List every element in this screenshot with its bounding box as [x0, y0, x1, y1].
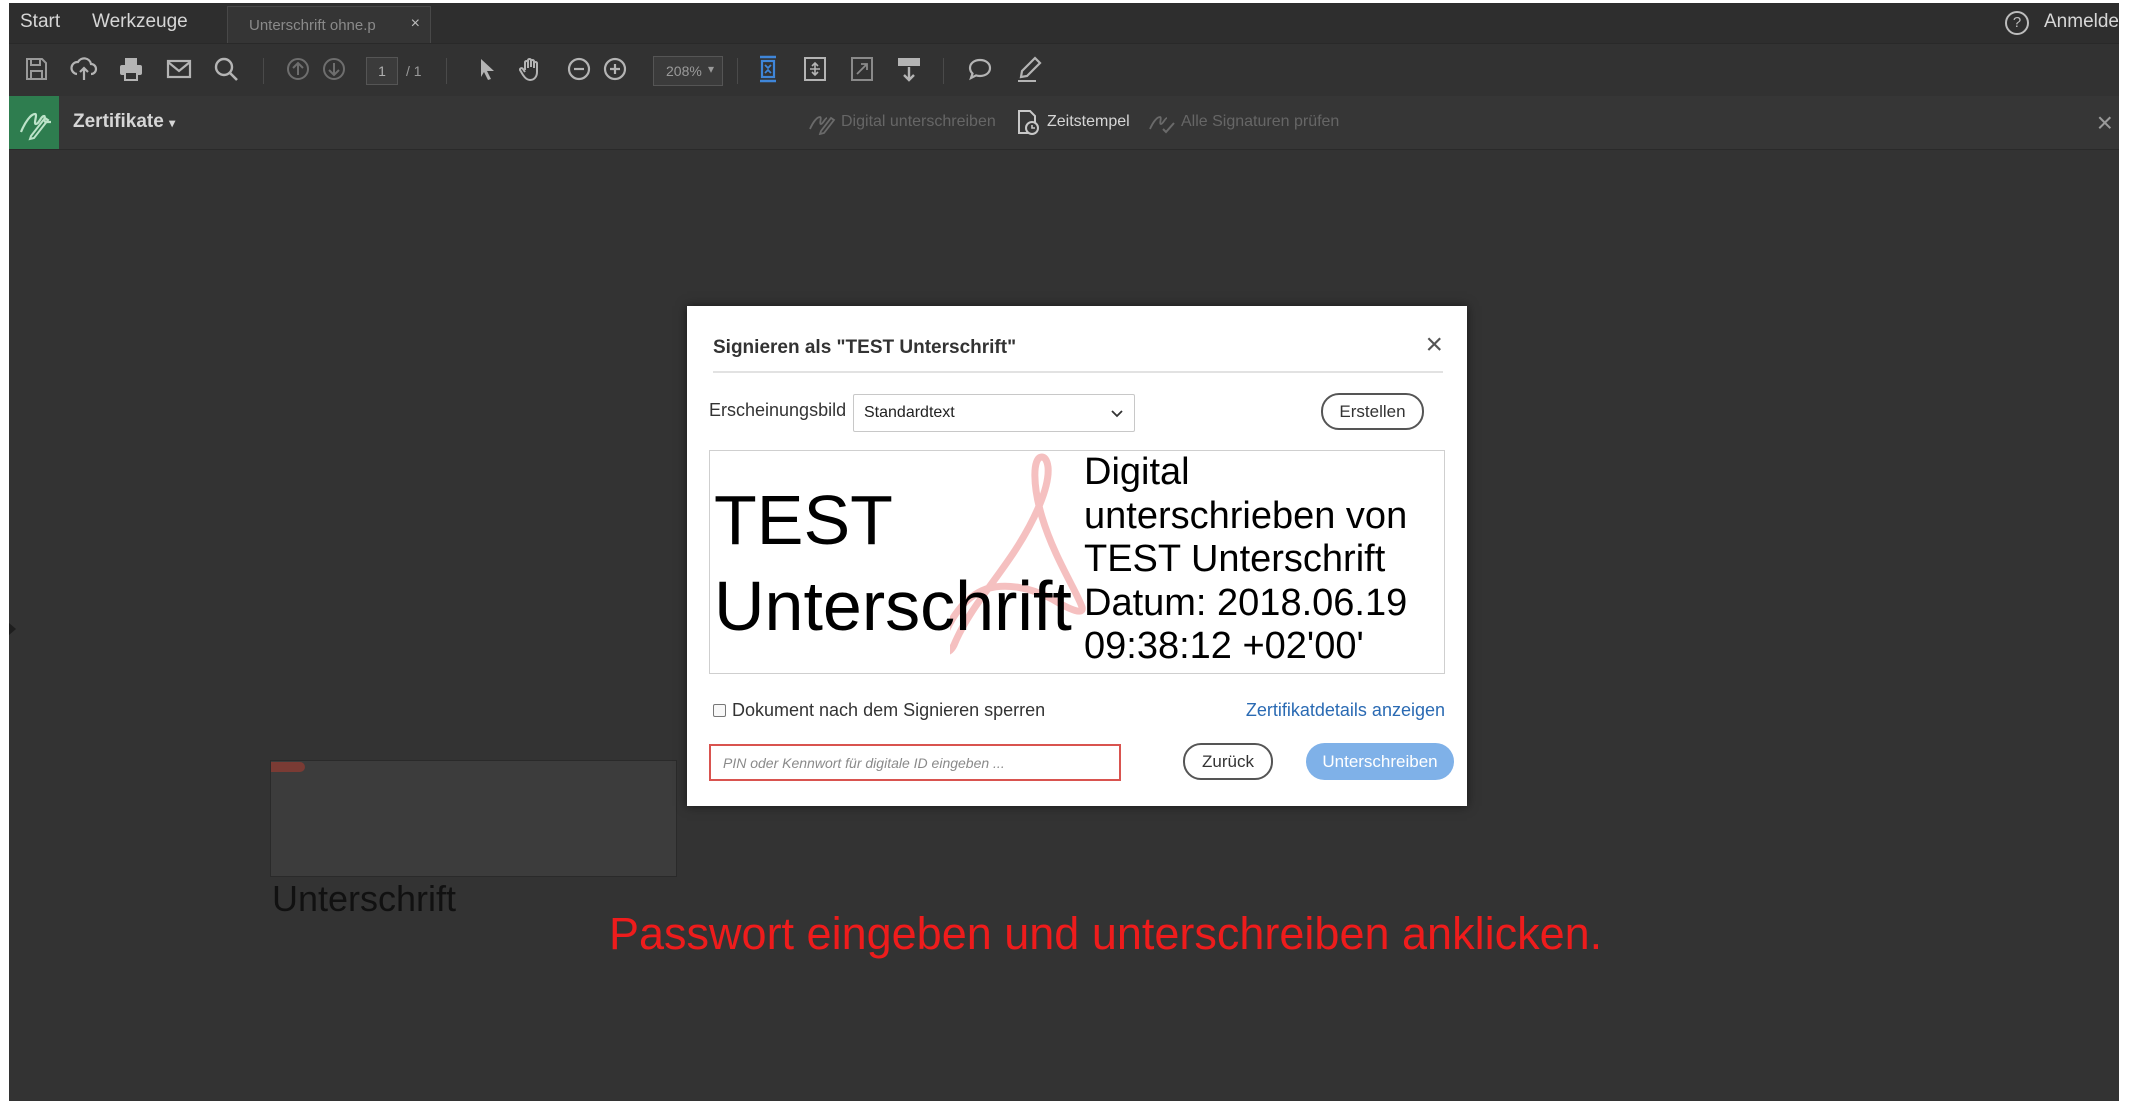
page-total: / 1	[406, 63, 422, 79]
main-toolbar: 1 / 1 208% ▾	[9, 43, 2119, 97]
chevron-down-icon: ▾	[707, 62, 714, 76]
page-down-icon[interactable]	[319, 54, 349, 84]
page-number-input[interactable]: 1	[366, 57, 398, 85]
sign-dialog: Signieren als "TEST Unterschrift" × Ersc…	[687, 306, 1467, 806]
zoom-value: 208%	[666, 63, 702, 79]
upload-icon[interactable]	[69, 54, 99, 84]
document-tab-label: Unterschrift ohne.p	[249, 17, 376, 34]
email-icon[interactable]	[164, 54, 194, 84]
lock-document-option[interactable]: Dokument nach dem Signieren sperren	[713, 700, 1045, 721]
toolbar-separator	[263, 58, 264, 84]
lock-document-label: Dokument nach dem Signieren sperren	[732, 700, 1046, 720]
close-icon[interactable]: ×	[1425, 328, 1443, 362]
back-button[interactable]: Zurück	[1183, 743, 1273, 780]
timestamp-action[interactable]: Zeitstempel	[1047, 113, 1130, 131]
appearance-select[interactable]: Standardtext	[853, 394, 1135, 432]
appearance-label: Erscheinungsbild	[709, 400, 847, 420]
page-up-icon[interactable]	[283, 54, 313, 84]
instruction-text: Passwort eingeben und unterschreiben ank…	[609, 908, 1603, 959]
comment-icon[interactable]	[965, 54, 995, 84]
pen-icon[interactable]	[1014, 54, 1044, 84]
zoom-in-icon[interactable]	[600, 54, 630, 84]
close-icon[interactable]: ×	[2097, 107, 2113, 139]
signature-name: TEST Unterschrift	[714, 477, 1072, 649]
zoom-select[interactable]: 208% ▾	[653, 56, 723, 86]
digital-sign-icon	[807, 109, 837, 140]
menu-bar: Start Werkzeuge Unterschrift ohne.p × ? …	[9, 3, 2119, 44]
select-arrow-icon[interactable]	[471, 54, 501, 84]
certificates-title: Zertifikate	[73, 111, 164, 132]
close-tab-icon[interactable]: ×	[411, 15, 420, 33]
signature-preview: TEST Unterschrift Digital unterschrieben…	[709, 450, 1445, 674]
pin-password-input[interactable]	[709, 744, 1121, 781]
scroll-mode-icon[interactable]	[800, 54, 830, 84]
sign-button[interactable]: Unterschreiben	[1306, 743, 1454, 780]
validate-signatures-icon	[1147, 109, 1177, 140]
document-tab[interactable]: Unterschrift ohne.p ×	[227, 6, 431, 44]
toolbar-separator	[446, 58, 447, 84]
validate-all-action[interactable]: Alle Signaturen prüfen	[1181, 113, 1339, 131]
certificate-tool-icon[interactable]	[9, 96, 59, 149]
menu-tools[interactable]: Werkzeuge	[92, 11, 188, 33]
signature-field-flag	[271, 762, 305, 772]
signature-name-line2: Unterschrift	[714, 567, 1072, 645]
certificates-bar: Zertifikate ▾ Digital unterschreiben Zei…	[9, 96, 2119, 150]
chevron-down-icon	[1111, 410, 1123, 418]
lock-document-checkbox[interactable]	[713, 704, 726, 717]
signature-field[interactable]	[270, 760, 677, 877]
appearance-value: Standardtext	[864, 404, 955, 421]
hand-icon[interactable]	[516, 54, 546, 84]
toolbar-separator	[737, 58, 738, 84]
create-button[interactable]: Erstellen	[1321, 393, 1424, 430]
save-icon[interactable]	[21, 54, 51, 84]
search-icon[interactable]	[211, 54, 241, 84]
digital-sign-action[interactable]: Digital unterschreiben	[841, 113, 996, 131]
acrobat-window: Start Werkzeuge Unterschrift ohne.p × ? …	[9, 3, 2119, 1101]
help-icon[interactable]: ?	[2005, 11, 2029, 35]
side-panel-toggle-icon[interactable]	[9, 623, 16, 635]
dialog-divider	[713, 371, 1443, 373]
certificate-details-link[interactable]: Zertifikatdetails anzeigen	[1246, 700, 1445, 721]
signature-details: Digital unterschrieben von TEST Untersch…	[1084, 451, 1408, 667]
fit-page-icon[interactable]	[753, 54, 783, 84]
signature-name-line1: TEST	[714, 481, 893, 559]
certificates-menu[interactable]: Zertifikate ▾	[73, 111, 175, 133]
timestamp-icon	[1015, 108, 1041, 141]
signature-label: Unterschrift	[272, 878, 457, 919]
menu-start[interactable]: Start	[20, 11, 60, 33]
zoom-out-icon[interactable]	[564, 54, 594, 84]
dialog-title: Signieren als "TEST Unterschrift"	[713, 337, 1017, 358]
sign-in-link[interactable]: Anmelde	[2044, 11, 2119, 33]
toolbar-separator	[943, 58, 944, 84]
full-screen-icon[interactable]	[847, 54, 877, 84]
page-down-arrow-icon[interactable]	[894, 54, 924, 84]
chevron-down-icon: ▾	[169, 116, 176, 130]
print-icon[interactable]	[116, 54, 146, 84]
